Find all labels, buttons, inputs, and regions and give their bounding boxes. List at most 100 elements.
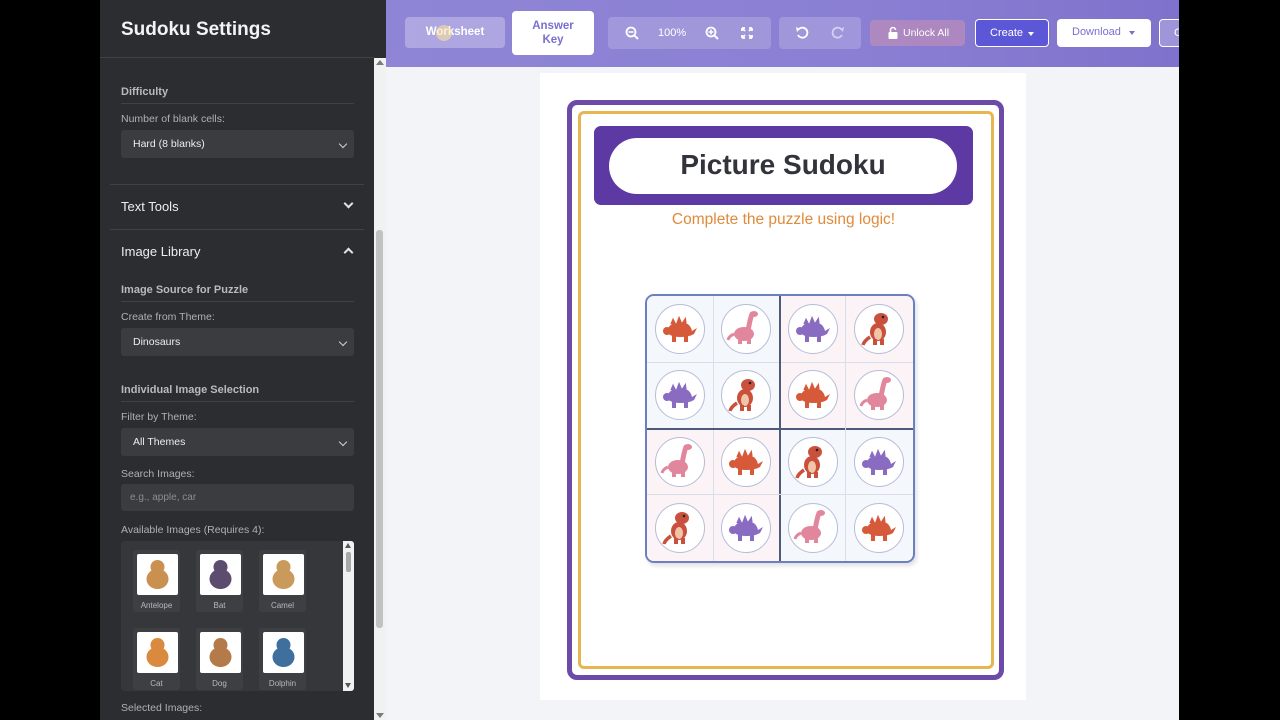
purple-stegosaurus-icon <box>655 370 705 421</box>
chevron-up-icon <box>343 247 354 258</box>
filter-select[interactable]: All Themes <box>121 428 354 456</box>
overflow-button[interactable]: C <box>1159 19 1179 47</box>
grid-line <box>712 296 714 561</box>
divider <box>121 103 354 104</box>
blank-cells-value: Hard (8 blanks) <box>133 138 205 150</box>
image-thumb-camel[interactable]: Camel <box>259 550 306 612</box>
sudoku-cell[interactable] <box>647 494 713 561</box>
purple-stegosaurus-icon <box>787 304 838 354</box>
worksheet-subtitle[interactable]: Complete the puzzle using logic! <box>594 211 973 229</box>
create-label: Create <box>990 27 1024 39</box>
purple-stegosaurus-icon <box>721 502 772 553</box>
pink-longneck-icon <box>721 304 772 354</box>
zoom-level: 100% <box>658 27 687 39</box>
sudoku-cell[interactable] <box>713 362 780 429</box>
cat-icon <box>137 632 178 673</box>
sudoku-cell[interactable] <box>647 428 713 495</box>
selected-images-label: Selected Images: <box>121 702 203 714</box>
zoom-out-icon[interactable] <box>625 26 639 40</box>
sudoku-cell[interactable] <box>779 296 846 362</box>
chevron-down-icon <box>338 139 348 149</box>
worksheet-tab[interactable]: Worksheet <box>405 17 505 48</box>
pink-longneck-icon <box>655 436 705 487</box>
image-thumb-cat[interactable]: Cat <box>133 628 180 690</box>
image-source-heading: Image Source for Puzzle <box>121 284 249 296</box>
image-library-label: Image Library <box>121 244 201 259</box>
difficulty-heading: Difficulty <box>121 86 169 98</box>
red-trex-icon <box>721 370 772 421</box>
pink-longneck-icon <box>853 370 904 421</box>
red-stegosaurus-icon <box>787 370 838 421</box>
text-tools-label: Text Tools <box>121 199 179 214</box>
overflow-label: C <box>1174 27 1179 39</box>
scroll-up-icon[interactable] <box>376 60 384 65</box>
sudoku-grid <box>645 294 915 563</box>
chevron-down-icon <box>343 198 354 209</box>
history-controls <box>779 17 861 49</box>
sudoku-cell[interactable] <box>779 428 846 495</box>
zoom-controls: 100% <box>608 17 771 49</box>
image-thumb-bat[interactable]: Bat <box>196 550 243 612</box>
blank-cells-select[interactable]: Hard (8 blanks) <box>121 130 354 158</box>
sudoku-cell[interactable] <box>713 428 780 495</box>
fit-screen-icon[interactable] <box>741 27 753 39</box>
sudoku-cell[interactable] <box>845 494 912 561</box>
sudoku-cell[interactable] <box>713 494 780 561</box>
filter-label: Filter by Theme: <box>121 411 197 423</box>
image-thumb-dog[interactable]: Dog <box>196 628 243 690</box>
dog-icon <box>200 632 241 673</box>
sudoku-cell[interactable] <box>647 296 713 362</box>
sidebar-title: Sudoku Settings <box>121 19 271 40</box>
purple-stegosaurus-icon <box>853 436 904 487</box>
answer-key-line2: Key <box>542 34 564 46</box>
toolbar: Worksheet Answer Key 100% Unlock All Cre… <box>386 0 1179 67</box>
answer-key-line1: Answer <box>532 20 574 32</box>
available-images-list[interactable]: Antelope Bat Camel Cat Dog Dolphin <box>121 541 354 691</box>
redo-icon[interactable] <box>831 26 845 40</box>
individual-selection-heading: Individual Image Selection <box>121 384 260 396</box>
red-trex-icon <box>787 436 838 487</box>
grid-line <box>647 494 913 496</box>
sudoku-cell[interactable] <box>845 428 912 495</box>
image-list-scrollbar-thumb[interactable] <box>346 552 351 572</box>
caret-down-icon <box>1028 32 1034 36</box>
sidebar-scrollbar-thumb[interactable] <box>376 230 383 628</box>
dolphin-icon <box>263 632 304 673</box>
red-trex-icon <box>655 502 705 553</box>
image-thumb-dolphin[interactable]: Dolphin <box>259 628 306 690</box>
image-thumb-antelope[interactable]: Antelope <box>133 550 180 612</box>
worksheet-title[interactable]: Picture Sudoku <box>609 138 957 194</box>
image-thumb-label: Cat <box>150 679 163 688</box>
settings-sidebar: Sudoku Settings Difficulty Number of bla… <box>100 0 386 720</box>
sudoku-cell[interactable] <box>779 362 846 429</box>
grid-line <box>647 361 913 363</box>
undo-icon[interactable] <box>795 26 809 40</box>
divider <box>121 301 354 302</box>
search-placeholder: e.g., apple, car <box>130 492 197 503</box>
sudoku-cell[interactable] <box>647 362 713 429</box>
scroll-down-icon[interactable] <box>345 683 351 688</box>
sudoku-cell[interactable] <box>713 296 780 362</box>
search-input[interactable]: e.g., apple, car <box>121 484 354 511</box>
red-trex-icon <box>853 304 904 354</box>
scroll-up-icon[interactable] <box>345 543 351 548</box>
blank-cells-label: Number of blank cells: <box>121 113 225 125</box>
bat-icon <box>200 554 241 595</box>
sudoku-cell[interactable] <box>845 362 912 429</box>
lock-icon <box>888 27 898 39</box>
create-button[interactable]: Create <box>975 19 1049 47</box>
theme-select[interactable]: Dinosaurs <box>121 328 354 356</box>
sudoku-cell[interactable] <box>779 494 846 561</box>
unlock-all-button[interactable]: Unlock All <box>870 20 965 46</box>
answer-key-tab[interactable]: Answer Key <box>512 11 594 55</box>
unlock-all-label: Unlock All <box>903 27 950 39</box>
red-stegosaurus-icon <box>853 502 904 553</box>
download-button[interactable]: Download <box>1057 19 1151 47</box>
grid-box-divider <box>647 427 913 430</box>
chevron-down-icon <box>338 437 348 447</box>
image-thumb-label: Dolphin <box>268 679 297 688</box>
zoom-in-icon[interactable] <box>705 26 719 40</box>
chevron-down-icon <box>338 337 348 347</box>
scroll-down-icon[interactable] <box>376 713 384 718</box>
sudoku-cell[interactable] <box>845 296 912 362</box>
